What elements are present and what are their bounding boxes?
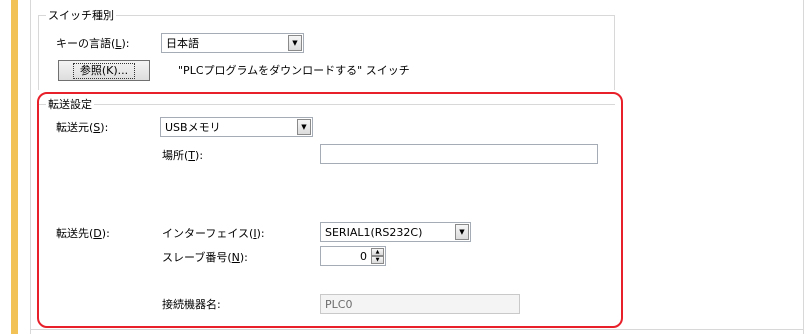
key-language-select[interactable]: 日本語 ▼: [161, 33, 304, 53]
switch-type-group-title: スイッチ種別: [46, 9, 116, 22]
browse-button[interactable]: 参照(K)...: [58, 60, 150, 81]
panel-left-border: [30, 0, 31, 334]
switch-type-group-top: [38, 15, 615, 16]
key-language-value: 日本語: [166, 37, 199, 50]
switch-type-group-right: [614, 15, 615, 90]
switch-type-group-left: [38, 15, 39, 90]
browse-button-label: 参照(K)...: [72, 62, 136, 79]
highlight-annotation: [37, 92, 623, 328]
chevron-down-icon[interactable]: ▼: [288, 35, 302, 51]
panel-right-border: [803, 0, 804, 334]
accent-stripe: [11, 0, 18, 334]
panel-bottom-border: [30, 329, 804, 330]
switch-name-text: "PLCプログラムをダウンロードする" スイッチ: [178, 64, 410, 77]
key-language-label: キーの言語(L):: [56, 37, 130, 50]
